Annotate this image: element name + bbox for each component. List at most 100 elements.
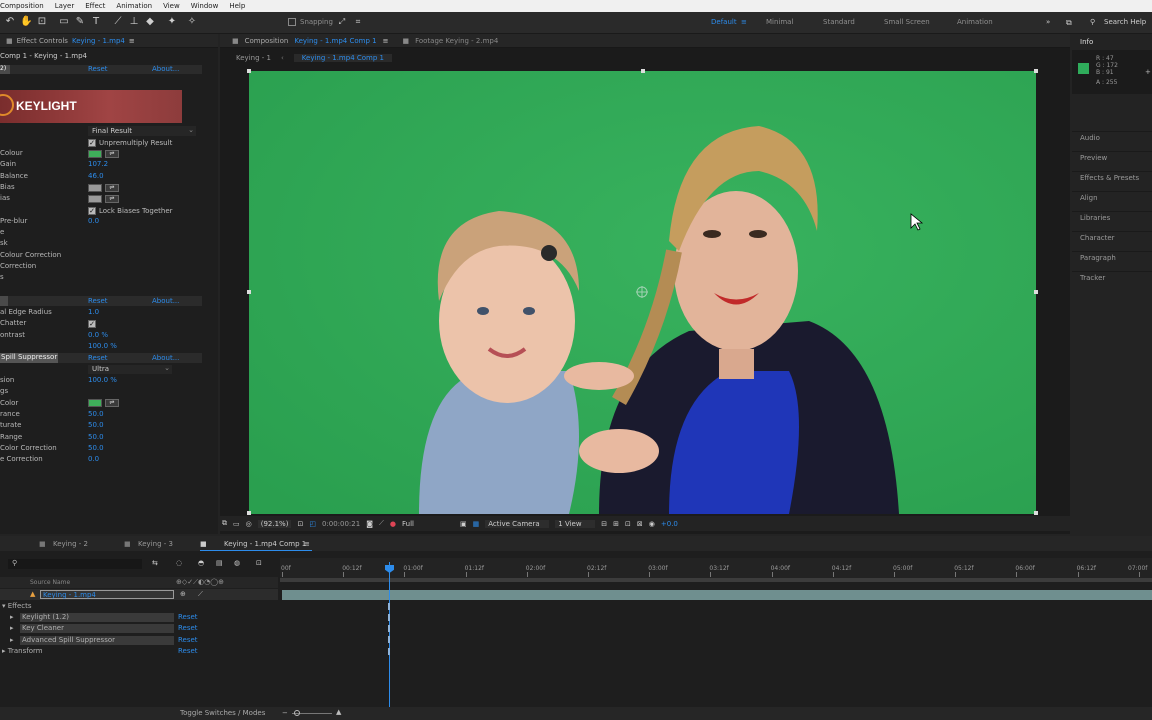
lock-biases-checkbox[interactable]: ✓ <box>88 207 96 215</box>
current-time-indicator[interactable] <box>389 562 390 708</box>
transform-handle[interactable] <box>1034 69 1038 73</box>
spill-about[interactable]: About... <box>152 354 179 362</box>
channel-icon[interactable]: ● <box>390 520 396 528</box>
text-tool-icon[interactable]: T <box>90 16 102 28</box>
clone-stamp-icon[interactable]: ⊥ <box>128 16 140 28</box>
transform-label[interactable]: ▸ Transform <box>2 647 43 655</box>
eyedropper-icon[interactable]: ⇌ <box>105 399 119 407</box>
panel-close-icon[interactable]: ■ <box>39 540 46 548</box>
eraser-icon[interactable]: ◆ <box>144 16 156 28</box>
timeline-tab-3[interactable]: Keying - 1.mp4 Comp 1 <box>224 540 306 548</box>
effect-param-value[interactable]: 0.0 <box>88 217 99 228</box>
exposure-value[interactable]: +0.0 <box>661 520 678 528</box>
snapping-checkbox[interactable] <box>288 18 296 26</box>
zoom-icon[interactable]: ⊡ <box>36 16 48 28</box>
graph-editor-icon[interactable]: ⊡ <box>256 559 262 567</box>
panel-close-icon[interactable]: ■ <box>232 37 239 45</box>
key-color-swatch[interactable] <box>88 399 102 407</box>
panel-menu-icon[interactable]: ≡ <box>129 37 135 45</box>
menu-item-window[interactable]: Window <box>191 2 219 10</box>
workspace-menu-icon[interactable]: ≡ <box>741 18 747 26</box>
eyedropper-icon[interactable]: ⇌ <box>105 150 119 158</box>
magnification-dropdown[interactable]: (92.1%) <box>257 519 292 528</box>
layer-name[interactable]: Keying - 1.mp4 <box>40 590 174 599</box>
panel-character[interactable]: Character <box>1080 234 1115 242</box>
draft-3d-icon[interactable]: ◌ <box>176 559 182 567</box>
search-icon[interactable]: ⚲ <box>1090 18 1095 26</box>
clip-black-swatch[interactable] <box>88 184 102 192</box>
timeline-effect-name[interactable]: Advanced Spill Suppressor <box>22 636 115 644</box>
search-help[interactable]: Search Help <box>1104 18 1146 26</box>
transform-handle[interactable] <box>1034 290 1038 294</box>
timeline-tab-2[interactable]: Keying - 3 <box>138 540 173 548</box>
chevron-left-icon[interactable]: ‹ <box>281 54 284 62</box>
parent-pickwhip-icon[interactable]: ⊕ <box>180 590 186 598</box>
more-workspaces-icon[interactable]: » <box>1046 18 1050 26</box>
snap-grid-icon[interactable]: ⌗ <box>352 16 364 28</box>
fx-toggle[interactable]: 2) <box>0 65 10 74</box>
panel-audio[interactable]: Audio <box>1080 134 1100 142</box>
effect-param-value[interactable]: 107.2 <box>88 160 108 171</box>
hand-icon[interactable]: ✋ <box>20 16 32 28</box>
transform-handle[interactable] <box>1034 511 1038 515</box>
mask-visibility-icon[interactable]: ◰ <box>309 520 316 528</box>
current-time[interactable]: 0:00:00:21 <box>322 520 360 528</box>
toggle-pixel-aspect-icon[interactable]: ⊟ <box>601 520 607 528</box>
expand-triangle-icon[interactable]: ▸ <box>10 636 14 644</box>
timeline-icon[interactable]: ⊡ <box>625 520 631 528</box>
unpremultiply-checkbox[interactable]: ✓ <box>88 139 96 147</box>
transform-handle[interactable] <box>247 69 251 73</box>
effect-param-value[interactable]: 50.0 <box>88 410 104 421</box>
expand-triangle-icon[interactable]: ▸ <box>10 624 14 632</box>
effect-param-value[interactable]: 0.0 <box>88 455 99 466</box>
workspace-standard[interactable]: Standard <box>823 18 855 26</box>
workspace-animation[interactable]: Animation <box>957 18 993 26</box>
timeline-tab-1[interactable]: Keying - 2 <box>53 540 88 548</box>
comp-crumb-2[interactable]: Keying - 1.mp4 Comp 1 <box>293 54 392 62</box>
menu-item-view[interactable]: View <box>163 2 180 10</box>
menu-item-animation[interactable]: Animation <box>116 2 152 10</box>
keyframe-marker[interactable] <box>388 603 390 610</box>
workspace-default[interactable]: Default <box>711 18 737 26</box>
effect-param-value[interactable]: 100.0 % <box>88 342 117 353</box>
motion-blur-icon[interactable]: ◍ <box>234 559 240 567</box>
puppet-pin-icon[interactable]: ✧ <box>186 16 198 28</box>
views-dropdown[interactable]: 1 View <box>555 519 596 528</box>
key-cleaner-reset[interactable]: Reset <box>88 297 108 305</box>
zoom-in-icon[interactable]: ▲ <box>336 708 341 716</box>
footage-tab[interactable]: Footage Keying - 2.mp4 <box>415 37 498 45</box>
flowchart-icon[interactable]: ⊠ <box>637 520 643 528</box>
keyframe-marker[interactable] <box>388 625 390 632</box>
panel-close-icon[interactable]: ■ <box>124 540 131 548</box>
keyframe-marker[interactable] <box>388 614 390 621</box>
monitor-icon[interactable]: ▭ <box>233 520 240 528</box>
fx-switch-icon[interactable]: ⟋ <box>198 590 203 599</box>
comp-viewer-image[interactable] <box>249 71 1036 514</box>
zoom-out-icon[interactable]: − <box>282 709 288 717</box>
undo-icon[interactable]: ↶ <box>4 16 16 28</box>
toggle-switches-modes[interactable]: Toggle Switches / Modes <box>180 709 265 717</box>
timeline-effect-reset[interactable]: Reset <box>178 636 198 644</box>
binoculars-icon[interactable]: ◎ <box>246 520 252 528</box>
transform-reset[interactable]: Reset <box>178 647 198 655</box>
spill-reset[interactable]: Reset <box>88 354 108 362</box>
quality-dropdown[interactable]: Ultra ⌄ <box>88 364 172 374</box>
eyedropper-icon[interactable]: ⇌ <box>105 195 119 203</box>
timeline-effect-reset[interactable]: Reset <box>178 613 198 621</box>
screen-colour-swatch[interactable] <box>88 150 102 158</box>
timeline-effect-name[interactable]: Keylight (1.2) <box>22 613 69 621</box>
sync-icon[interactable]: ⧉ <box>1066 18 1072 28</box>
composition-tab[interactable]: Composition <box>245 37 289 45</box>
zoom-slider-handle[interactable] <box>294 710 300 716</box>
panel-align[interactable]: Align <box>1080 194 1098 202</box>
timeline-effect-name[interactable]: Key Cleaner <box>22 624 64 632</box>
menu-item-composition[interactable]: Composition <box>0 2 44 10</box>
layer-duration-bar[interactable] <box>282 590 1152 600</box>
roto-brush-icon[interactable]: ✦ <box>166 16 178 28</box>
clip-white-swatch[interactable] <box>88 195 102 203</box>
camera-dropdown[interactable]: Active Camera <box>485 519 550 528</box>
snapshot-icon[interactable]: ◙ <box>366 520 373 528</box>
show-snapshot-icon[interactable]: ⟋ <box>379 519 384 528</box>
panel-close-icon[interactable]: ■ <box>6 37 13 45</box>
transparency-grid-icon[interactable]: ▦ <box>473 520 480 528</box>
